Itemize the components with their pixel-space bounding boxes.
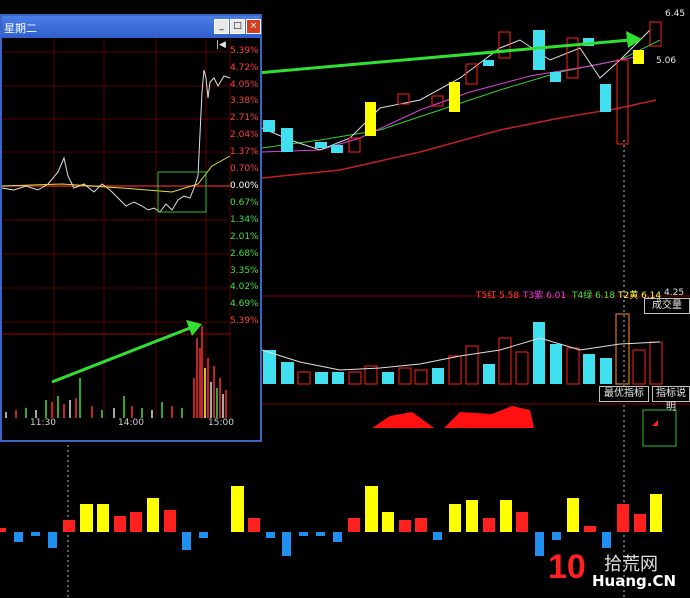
volume-arrow	[51, 326, 191, 384]
pct-label: 0.67%	[230, 198, 259, 208]
window-titlebar[interactable]: 星期二 _ □ ×	[2, 16, 261, 38]
breakout-box	[157, 171, 207, 213]
legend-t3: T3紫 6.01	[523, 291, 567, 301]
pct-label: 3.38%	[230, 96, 259, 106]
candle	[315, 142, 327, 148]
watermark: 10 拾荒网 Huang.CN	[548, 548, 688, 594]
pct-label: 2.04%	[230, 130, 259, 140]
pct-label: 0.00%	[230, 181, 259, 191]
signal-box	[642, 409, 677, 447]
signal-mark	[652, 420, 658, 426]
best-indicator-button[interactable]: 最优指标	[599, 386, 649, 402]
minimize-button[interactable]: _	[214, 19, 229, 34]
pct-label: 2.71%	[230, 113, 259, 123]
price-line	[2, 69, 231, 213]
candle	[449, 82, 460, 112]
candle	[550, 72, 561, 82]
candle	[281, 128, 293, 152]
candle	[600, 84, 611, 112]
pct-label: 2.01%	[230, 232, 259, 242]
pct-label: 5.39%	[230, 316, 259, 326]
candle	[616, 59, 629, 145]
pct-label: 4.05%	[230, 80, 259, 90]
intraday-chart[interactable]	[2, 38, 260, 440]
time-label: 14:00	[118, 418, 144, 428]
watermark-digit: 10	[548, 548, 586, 586]
pct-label: 3.35%	[230, 266, 259, 276]
pct-label: 5.39%	[230, 46, 259, 56]
candle	[365, 102, 376, 136]
intraday-volume-bars	[5, 326, 227, 418]
indicator-bars	[0, 486, 662, 556]
candle	[263, 120, 275, 132]
price-mid-label: 5.06	[656, 56, 677, 66]
candle	[633, 50, 644, 64]
volume-button[interactable]: 成交量	[644, 298, 690, 314]
window-title: 星期二	[4, 22, 37, 35]
volume-bars	[261, 313, 663, 385]
time-label: 15:00	[208, 418, 234, 428]
maximize-button[interactable]: □	[230, 19, 245, 34]
indicator-help-button[interactable]: 指标说明	[652, 386, 690, 413]
candle	[431, 95, 444, 107]
candle	[533, 30, 545, 70]
candle	[331, 145, 343, 153]
watermark-domain: Huang.CN	[592, 572, 677, 590]
intraday-window[interactable]: 星期二 _ □ × |◀ 5.39% 4.72% 4.05% 3.38% 2.7…	[0, 14, 262, 442]
price-high-label: 6.45	[665, 9, 686, 19]
pct-label: 4.72%	[230, 63, 259, 73]
legend-extra: 4.25	[664, 288, 685, 298]
legend-t5: T5红 5.58	[476, 291, 520, 301]
pct-label: 4.69%	[230, 299, 259, 309]
candle	[483, 60, 494, 66]
pct-label: 1.37%	[230, 147, 259, 157]
pct-label: 2.68%	[230, 249, 259, 259]
legend-t4: T4绿 6.18	[572, 291, 616, 301]
pct-label: 0.70%	[230, 164, 259, 174]
pct-label: 4.02%	[230, 282, 259, 292]
pct-label: 1.34%	[230, 215, 259, 225]
signal-area	[444, 406, 534, 428]
time-label: 11:30	[30, 418, 56, 428]
signal-area	[372, 412, 434, 428]
close-button[interactable]: ×	[246, 19, 261, 34]
